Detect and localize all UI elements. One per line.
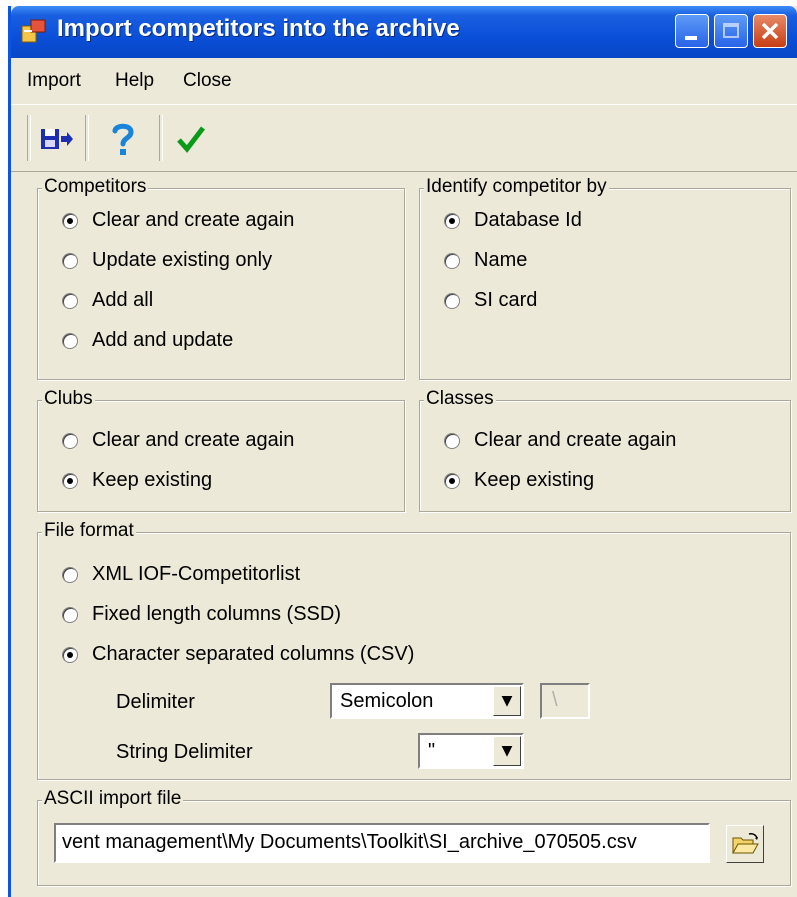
identify-name-radio[interactable]: Name	[444, 249, 527, 272]
app-icon	[21, 19, 46, 43]
radio-checked-icon	[444, 472, 460, 489]
radio-checked-icon	[62, 212, 78, 229]
toolbar	[11, 104, 797, 172]
option-label: Add all	[92, 289, 154, 311]
identify-legend: Identify competitor by	[424, 176, 609, 198]
competitors-clear-radio[interactable]: Clear and create again	[62, 209, 294, 232]
delimiter-value: Semicolon	[340, 690, 434, 712]
close-icon	[761, 22, 779, 40]
format-fixed-radio[interactable]: Fixed length columns (SSD)	[62, 603, 341, 626]
clubs-legend: Clubs	[42, 388, 95, 410]
radio-unchecked-icon	[62, 292, 78, 309]
option-label: Clear and create again	[92, 209, 295, 231]
title-bar[interactable]: Import competitors into the archive	[11, 6, 797, 58]
chevron-down-icon[interactable]: ▼	[493, 686, 521, 716]
competitors-add-update-radio[interactable]: Add and update	[62, 329, 233, 352]
browse-button[interactable]	[726, 825, 764, 863]
radio-unchecked-icon	[62, 606, 78, 623]
import-icon	[41, 129, 73, 149]
delimiter-char-field[interactable]: \	[540, 683, 590, 719]
string-delimiter-value: "	[428, 740, 436, 762]
checkmark-icon	[177, 126, 205, 153]
clubs-keep-radio[interactable]: Keep existing	[62, 469, 212, 492]
option-label: SI card	[474, 289, 538, 311]
option-label: Fixed length columns (SSD)	[92, 603, 341, 625]
classes-keep-radio[interactable]: Keep existing	[444, 469, 594, 492]
identify-group: Identify competitor by Database Id Name …	[419, 176, 791, 380]
option-label: Keep existing	[474, 469, 595, 491]
classes-clear-radio[interactable]: Clear and create again	[444, 429, 676, 452]
menu-close[interactable]: Close	[183, 70, 232, 92]
window-title: Import competitors into the archive	[57, 15, 460, 42]
chevron-down-icon[interactable]: ▼	[493, 736, 521, 766]
option-label: Clear and create again	[474, 429, 677, 451]
competitors-add-all-radio[interactable]: Add all	[62, 289, 153, 312]
delimiter-label: Delimiter	[116, 691, 195, 713]
option-label: Character separated columns (CSV)	[92, 643, 415, 665]
import-file-path: vent management\My Documents\Toolkit\SI_…	[62, 831, 637, 853]
radio-unchecked-icon	[444, 432, 460, 449]
classes-legend: Classes	[424, 388, 496, 410]
string-delimiter-select[interactable]: " ▼	[418, 733, 524, 769]
identify-database-id-radio[interactable]: Database Id	[444, 209, 582, 232]
delimiter-char-value: \	[552, 689, 558, 711]
option-label: Name	[474, 249, 528, 271]
clubs-clear-radio[interactable]: Clear and create again	[62, 429, 294, 452]
option-label: Clear and create again	[92, 429, 295, 451]
close-window-button[interactable]	[753, 14, 787, 48]
string-delimiter-label: String Delimiter	[116, 741, 253, 763]
format-xml-radio[interactable]: XML IOF-Competitorlist	[62, 563, 300, 586]
import-dialog: Import competitors into the archive Impo…	[8, 6, 797, 897]
ok-button[interactable]	[171, 119, 211, 159]
clubs-group: Clubs Clear and create again Keep existi…	[37, 388, 405, 512]
toolbar-separator	[27, 115, 31, 161]
import-button[interactable]	[37, 119, 77, 159]
file-format-group: File format XML IOF-Competitorlist Fixed…	[37, 520, 791, 780]
help-icon	[112, 123, 134, 155]
ascii-file-legend: ASCII import file	[42, 788, 184, 810]
open-folder-icon	[732, 833, 759, 854]
competitors-group: Competitors Clear and create again Updat…	[37, 176, 405, 380]
maximize-button[interactable]	[714, 14, 748, 48]
help-button[interactable]	[103, 119, 143, 159]
menu-bar: Import Help Close	[11, 58, 797, 104]
radio-unchecked-icon	[62, 566, 78, 583]
file-format-legend: File format	[42, 520, 136, 542]
format-csv-radio[interactable]: Character separated columns (CSV)	[62, 643, 414, 666]
radio-checked-icon	[444, 212, 460, 229]
competitors-legend: Competitors	[42, 176, 149, 198]
radio-unchecked-icon	[444, 292, 460, 309]
radio-unchecked-icon	[62, 252, 78, 269]
option-label: XML IOF-Competitorlist	[92, 563, 301, 585]
option-label: Keep existing	[92, 469, 213, 491]
minimize-button[interactable]	[675, 14, 709, 48]
maximize-icon	[723, 23, 739, 38]
identify-si-card-radio[interactable]: SI card	[444, 289, 537, 312]
radio-unchecked-icon	[62, 432, 78, 449]
option-label: Add and update	[92, 329, 234, 351]
import-file-path-field[interactable]: vent management\My Documents\Toolkit\SI_…	[54, 823, 710, 863]
option-label: Database Id	[474, 209, 582, 231]
menu-import[interactable]: Import	[27, 70, 81, 92]
delimiter-select[interactable]: Semicolon ▼	[330, 683, 524, 719]
toolbar-separator	[159, 115, 163, 161]
radio-unchecked-icon	[62, 332, 78, 349]
minimize-icon	[685, 36, 697, 40]
classes-group: Classes Clear and create again Keep exis…	[419, 388, 791, 512]
ascii-file-group: ASCII import file vent management\My Doc…	[37, 788, 791, 886]
menu-help[interactable]: Help	[115, 70, 154, 92]
radio-checked-icon	[62, 646, 78, 663]
toolbar-separator	[85, 115, 89, 161]
competitors-update-radio[interactable]: Update existing only	[62, 249, 272, 272]
option-label: Update existing only	[92, 249, 273, 271]
radio-checked-icon	[62, 472, 78, 489]
radio-unchecked-icon	[444, 252, 460, 269]
